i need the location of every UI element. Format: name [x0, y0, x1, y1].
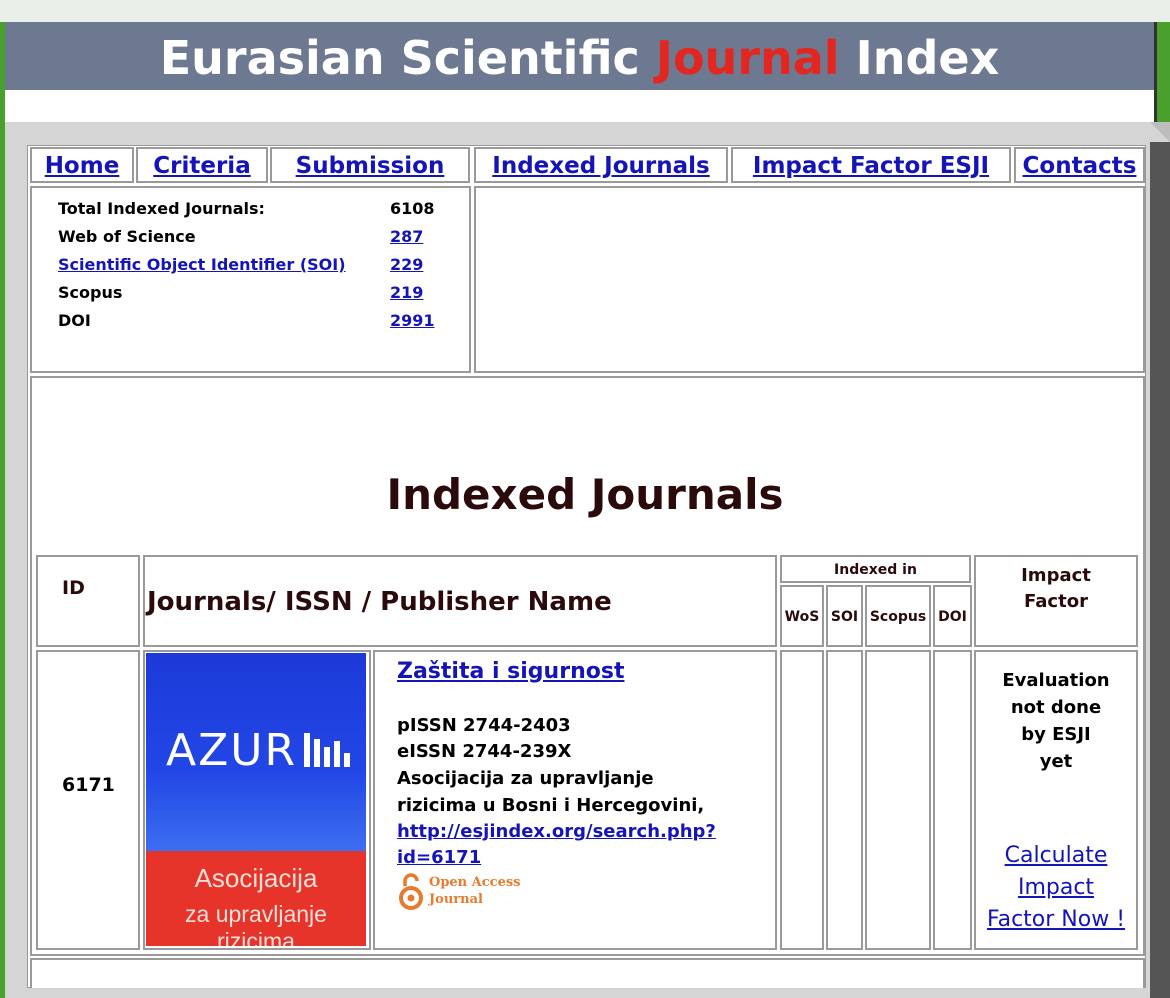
- th-wos-label: WoS: [784, 609, 820, 625]
- journal-url-line2[interactable]: id=6171: [397, 847, 481, 868]
- site-header: Eurasian Scientific Journal Index: [5, 22, 1154, 90]
- calc-line1: Calculate: [1004, 843, 1108, 868]
- journal-id: 6171: [62, 774, 115, 796]
- nav-impact-factor[interactable]: Impact Factor ESJI: [731, 147, 1011, 183]
- td-wos: [780, 650, 824, 950]
- impact-line3: by ESJI: [1021, 724, 1091, 745]
- nav-home-link[interactable]: Home: [45, 153, 120, 179]
- stat-scopus-label: Scopus: [58, 283, 123, 302]
- journal-url-line1[interactable]: http://esjindex.org/search.php?: [397, 821, 716, 842]
- open-access-line2: Journal: [429, 892, 483, 907]
- calculate-impact-link[interactable]: Calculate Impact Factor Now !: [976, 840, 1136, 936]
- open-access-line1: Open Access: [429, 875, 521, 890]
- stat-doi-label: DOI: [58, 311, 91, 330]
- nav-indexed-journals[interactable]: Indexed Journals: [474, 147, 728, 183]
- calc-line2: Impact: [1017, 875, 1095, 900]
- stats-side-box: [474, 186, 1145, 373]
- stat-wos-label: Web of Science: [58, 227, 196, 246]
- td-doi: [933, 650, 972, 950]
- th-id: ID: [36, 555, 140, 647]
- th-soi-label: SOI: [830, 609, 859, 625]
- nav-contacts-link[interactable]: Contacts: [1023, 153, 1137, 179]
- th-indexed-in: Indexed in: [780, 555, 971, 583]
- stat-scopus-value[interactable]: 219: [390, 283, 423, 302]
- header-title-part1: Eurasian Scientific: [159, 31, 656, 85]
- nav-impact-factor-link[interactable]: Impact Factor ESJI: [753, 153, 989, 179]
- right-green-border: [1157, 22, 1170, 122]
- stat-total-label: Total Indexed Journals:: [58, 199, 265, 218]
- page-title: Indexed Journals: [386, 470, 784, 519]
- frame-shadow-right: [1150, 142, 1170, 998]
- journal-eissn: eISSN 2744-239X: [397, 741, 572, 762]
- th-id-label: ID: [62, 577, 85, 599]
- th-impact-label: Impact Factor: [1021, 565, 1091, 612]
- logo-subtitle-1: Asocijacija: [194, 863, 318, 893]
- journal-title-link[interactable]: Zaštita i sigurnost: [397, 659, 624, 684]
- nav-indexed-journals-link[interactable]: Indexed Journals: [492, 153, 709, 179]
- stat-wos-value[interactable]: 287: [390, 227, 423, 246]
- header-title-accent: Journal: [655, 31, 840, 85]
- nav-submission[interactable]: Submission: [270, 147, 470, 183]
- stat-soi-value[interactable]: 229: [390, 255, 423, 274]
- nav-criteria[interactable]: Criteria: [136, 147, 268, 183]
- header-title-part3: Index: [839, 31, 1000, 85]
- th-doi: DOI: [933, 585, 972, 647]
- open-access-icon: [399, 873, 423, 910]
- stat-soi-link[interactable]: Scientific Object Identifier (SOI): [58, 255, 346, 274]
- journal-publisher-line1: Asocijacija za upravljanje: [397, 768, 654, 789]
- th-scopus-label: Scopus: [869, 609, 927, 625]
- th-impact: Impact Factor: [974, 555, 1138, 647]
- impact-line1: Evaluation: [1002, 670, 1110, 691]
- open-access-badge: Open Access Journal: [397, 872, 521, 916]
- nav-submission-link[interactable]: Submission: [296, 153, 445, 179]
- th-doi-label: DOI: [938, 609, 967, 625]
- impact-line4: yet: [1039, 751, 1073, 772]
- td-id: 6171: [36, 650, 140, 950]
- journal-logo[interactable]: AZUR Asocijacija za upravljanje rizicima: [146, 653, 366, 946]
- td-soi: [826, 650, 863, 950]
- header-spacer: [5, 90, 1154, 122]
- logo-text: AZUR: [166, 725, 298, 776]
- top-strip: [0, 0, 1170, 22]
- stat-doi-value[interactable]: 2991: [390, 311, 435, 330]
- journal-publisher-line2: rizicima u Bosni i Hercegovini,: [397, 795, 705, 816]
- th-journal-label: Journals/ ISSN / Publisher Name: [147, 587, 612, 617]
- nav-criteria-link[interactable]: Criteria: [153, 153, 250, 179]
- th-journal: Journals/ ISSN / Publisher Name: [143, 555, 777, 647]
- footer-box: [30, 958, 1145, 988]
- th-wos: WoS: [780, 585, 824, 647]
- calc-line3: Factor Now !: [986, 907, 1126, 932]
- th-indexed-in-label: Indexed in: [834, 562, 917, 578]
- logo-subtitle-2: za upravljanje rizicima: [185, 901, 327, 946]
- impact-status: Evaluation not done by ESJI yet: [976, 667, 1136, 775]
- th-scopus: Scopus: [865, 585, 931, 647]
- impact-line2: not done: [1010, 697, 1102, 718]
- nav-home[interactable]: Home: [30, 147, 134, 183]
- nav-contacts[interactable]: Contacts: [1014, 147, 1145, 183]
- td-scopus: [865, 650, 931, 950]
- stat-total-value: 6108: [390, 199, 435, 218]
- th-soi: SOI: [826, 585, 863, 647]
- journal-pissn: pISSN 2744-2403: [397, 715, 571, 736]
- frame-bevel: [1150, 122, 1170, 142]
